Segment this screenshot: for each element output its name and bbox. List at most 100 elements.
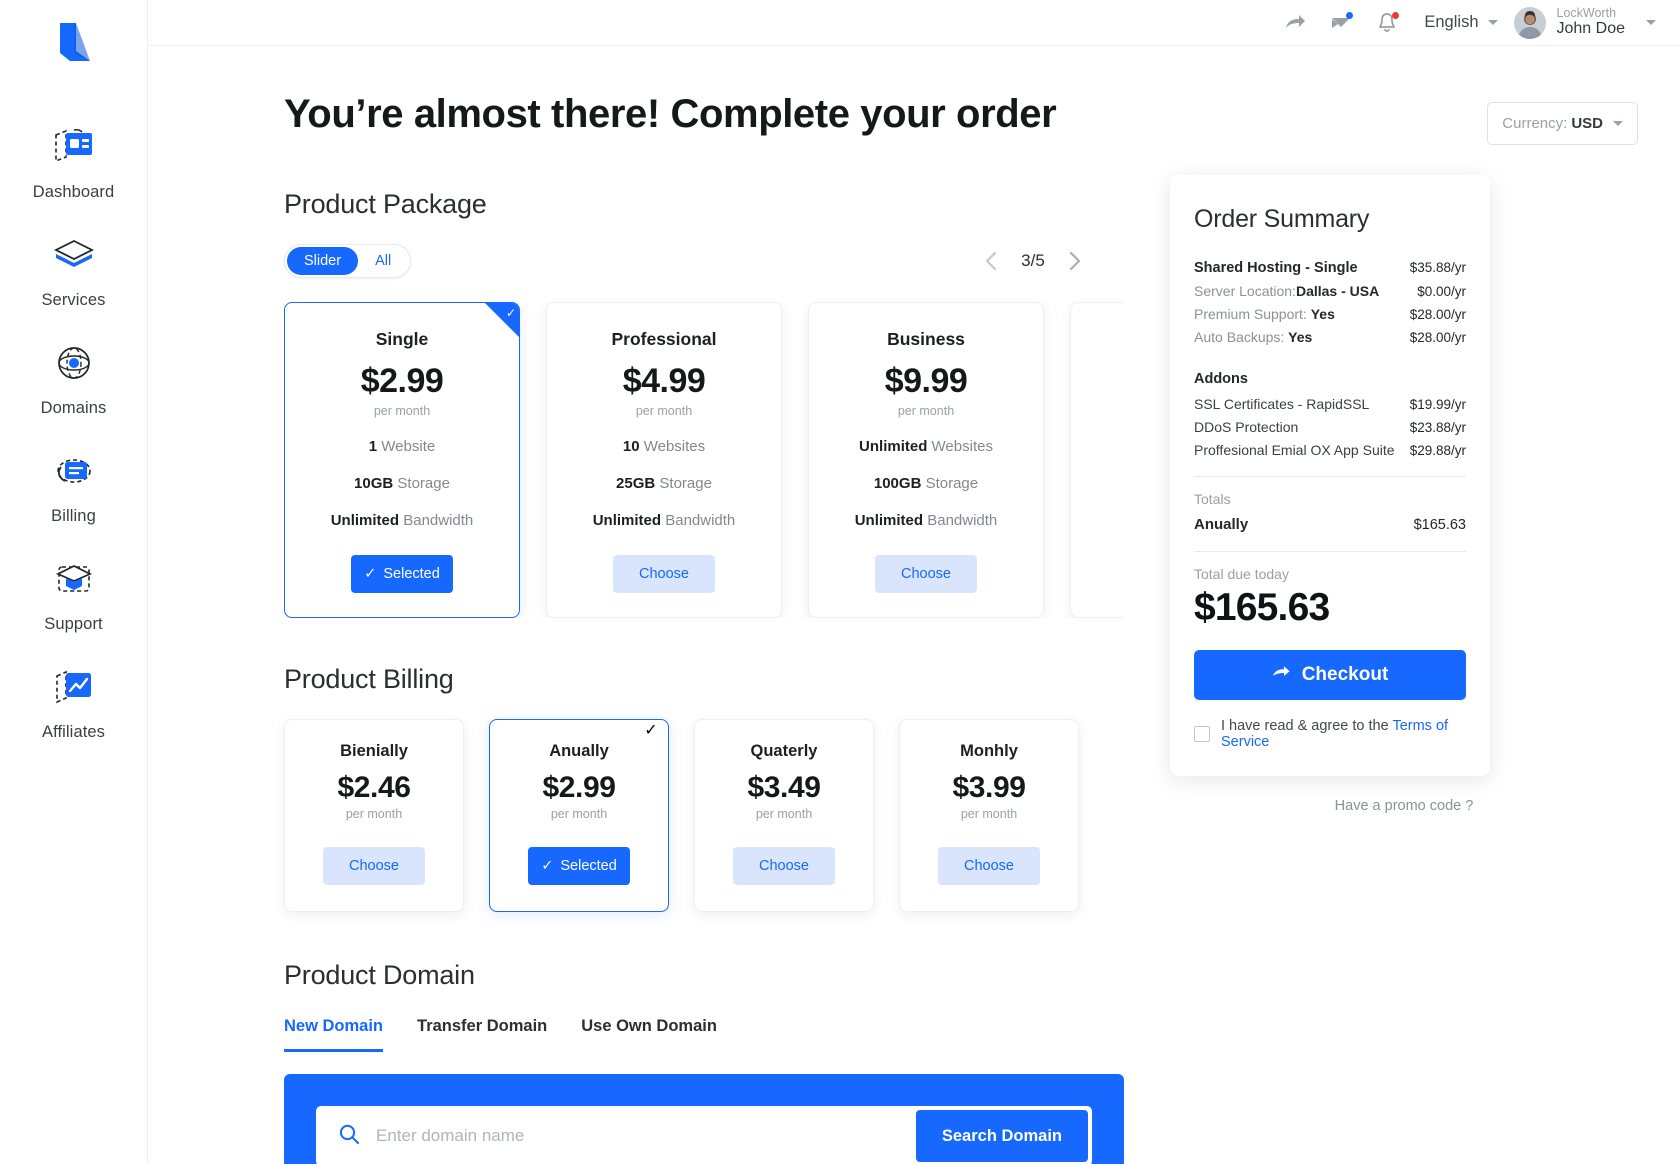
package-card-business[interactable]: Business $9.99 per month Unlimited Websi… bbox=[808, 302, 1044, 618]
billing-card-quaterly[interactable]: Quaterly $3.49 per month Choose bbox=[694, 719, 874, 912]
addon-label: SSL Certificates - RapidSSL bbox=[1194, 396, 1370, 412]
package-card-rail: ✓ Single $2.99 per month 1 Website 10GB … bbox=[284, 302, 1124, 618]
search-domain-button[interactable]: Search Domain bbox=[915, 1110, 1088, 1162]
package-name: Single bbox=[375, 329, 429, 349]
billing-period: per month bbox=[345, 807, 403, 821]
promo-code-link[interactable]: Have a promo code ? bbox=[1170, 798, 1638, 814]
order-summary-panel: Order Summary Shared Hosting - Single $3… bbox=[1170, 175, 1490, 776]
package-choose-button[interactable]: Choose bbox=[613, 555, 715, 593]
language-selector[interactable]: English bbox=[1424, 13, 1498, 32]
divider bbox=[1194, 551, 1466, 552]
sidebar-item-label: Support bbox=[44, 615, 103, 633]
page-title: You’re almost there! Complete your order bbox=[284, 92, 1057, 136]
pager-prev-button[interactable] bbox=[984, 251, 997, 271]
feature-label: Storage bbox=[659, 475, 712, 492]
pager-next-button[interactable] bbox=[1069, 251, 1082, 271]
view-mode-slider[interactable]: Slider bbox=[287, 247, 359, 275]
product-billing-title: Product Billing bbox=[284, 664, 454, 694]
billing-card-monhly[interactable]: Monhly $3.99 per month Choose bbox=[899, 719, 1079, 912]
package-select-button[interactable]: ✓ Selected bbox=[351, 555, 453, 593]
feature-value: Unlimited bbox=[859, 438, 928, 455]
main-content: Product Package Slider All 3/5 ✓ Single … bbox=[148, 145, 1680, 1164]
sidebar-item-label: Affiliates bbox=[41, 723, 106, 741]
sidebar: Dashboard Services Domains Billing Suppo… bbox=[0, 0, 148, 1164]
package-period: per month bbox=[373, 404, 431, 418]
billing-period: per month bbox=[755, 807, 813, 821]
summary-option-label: Server Location:Dallas - USA bbox=[1194, 283, 1379, 299]
sidebar-item-domains[interactable]: Domains bbox=[0, 326, 148, 434]
summary-row: Premium Support: Yes $28.00/yr bbox=[1194, 306, 1466, 322]
summary-row: Addons bbox=[1194, 371, 1466, 387]
tab-use-own-domain[interactable]: Use Own Domain bbox=[581, 1017, 717, 1052]
total-period-label: Anually bbox=[1194, 516, 1249, 533]
check-icon: ✓ bbox=[541, 858, 554, 874]
user-name: John Doe bbox=[1556, 20, 1626, 38]
package-period: per month bbox=[897, 404, 955, 418]
brand-logo[interactable] bbox=[39, 14, 109, 76]
package-choose-button[interactable]: Choose bbox=[875, 555, 977, 593]
package-feature: Unlimited Bandwidth bbox=[827, 512, 1025, 529]
billing-price: $3.99 bbox=[952, 771, 1026, 804]
package-price: $9.99 bbox=[884, 362, 968, 400]
billing-choose-button[interactable]: Choose bbox=[938, 847, 1040, 885]
option-value: Dallas - USA bbox=[1295, 283, 1380, 299]
billing-choose-button[interactable]: Choose bbox=[733, 847, 835, 885]
invoice-icon bbox=[47, 446, 101, 496]
sidebar-item-services[interactable]: Services bbox=[0, 218, 148, 326]
messages-icon[interactable] bbox=[1318, 0, 1364, 46]
support-icon bbox=[47, 554, 101, 604]
sidebar-item-affiliates[interactable]: Affiliates bbox=[0, 650, 148, 758]
package-price: $4.99 bbox=[622, 362, 706, 400]
user-menu[interactable]: LockWorth John Doe bbox=[1513, 6, 1656, 40]
package-card-professional[interactable]: Professional $4.99 per month 10 Websites… bbox=[546, 302, 782, 618]
arrow-right-icon bbox=[1272, 664, 1291, 686]
total-row: Anually $165.63 bbox=[1194, 516, 1466, 533]
feature-value: 25GB bbox=[616, 475, 656, 492]
billing-select-button[interactable]: ✓ Selected bbox=[528, 847, 630, 885]
package-feature: 100GB Storage bbox=[827, 475, 1025, 492]
order-summary-title: Order Summary bbox=[1194, 205, 1370, 233]
feature-label: Storage bbox=[925, 475, 979, 492]
language-label: English bbox=[1424, 13, 1479, 31]
option-key: Server Location: bbox=[1194, 283, 1296, 299]
billing-name: Bienially bbox=[340, 742, 408, 760]
share-arrow-icon[interactable] bbox=[1272, 0, 1318, 46]
pager-count: 3/5 bbox=[1021, 251, 1045, 270]
product-package-title: Product Package bbox=[284, 189, 487, 219]
package-name: Professional bbox=[611, 329, 717, 349]
package-card-single[interactable]: ✓ Single $2.99 per month 1 Website 10GB … bbox=[284, 302, 520, 618]
tab-transfer-domain[interactable]: Transfer Domain bbox=[417, 1017, 547, 1052]
currency-selector[interactable]: Currency: USD bbox=[1487, 102, 1638, 145]
messages-badge-dot bbox=[1346, 11, 1354, 19]
left-column: Product Package Slider All 3/5 ✓ Single … bbox=[284, 145, 1124, 1164]
summary-option-price: $28.00/yr bbox=[1409, 307, 1466, 322]
globe-icon bbox=[47, 338, 101, 388]
feature-value: Unlimited bbox=[330, 512, 400, 529]
total-period-value: $165.63 bbox=[1413, 517, 1466, 533]
package-card-next-peek[interactable] bbox=[1070, 302, 1124, 618]
summary-product-label: Shared Hosting - Single bbox=[1194, 260, 1358, 276]
feature-value: 10GB bbox=[354, 475, 394, 492]
view-mode-all[interactable]: All bbox=[358, 247, 408, 275]
leaf-logo-icon bbox=[59, 23, 90, 61]
tab-new-domain[interactable]: New Domain bbox=[284, 1017, 384, 1052]
bell-icon[interactable] bbox=[1364, 0, 1410, 46]
domain-search-input[interactable] bbox=[376, 1126, 916, 1146]
sidebar-item-support[interactable]: Support bbox=[0, 542, 148, 650]
sidebar-item-dashboard[interactable]: Dashboard bbox=[0, 110, 148, 218]
package-view-toggle: Slider All bbox=[284, 244, 412, 278]
sidebar-item-label: Services bbox=[41, 291, 106, 309]
avatar bbox=[1513, 6, 1546, 39]
feature-label: Websites bbox=[643, 438, 706, 455]
sidebar-item-billing[interactable]: Billing bbox=[0, 434, 148, 542]
selected-ribbon: ✓ bbox=[634, 720, 668, 754]
currency-label: Currency: bbox=[1502, 115, 1568, 132]
package-feature: Unlimited Bandwidth bbox=[303, 512, 501, 529]
billing-card-bienially[interactable]: Bienially $2.46 per month Choose bbox=[284, 719, 464, 912]
user-identity: LockWorth John Doe bbox=[1557, 6, 1626, 40]
checkout-button[interactable]: Checkout bbox=[1194, 650, 1466, 700]
billing-choose-button[interactable]: Choose bbox=[323, 847, 425, 885]
dashboard-icon bbox=[47, 122, 101, 172]
billing-card-anually[interactable]: ✓ Anually $2.99 per month ✓ Selected bbox=[489, 719, 669, 912]
terms-checkbox[interactable] bbox=[1194, 726, 1210, 742]
